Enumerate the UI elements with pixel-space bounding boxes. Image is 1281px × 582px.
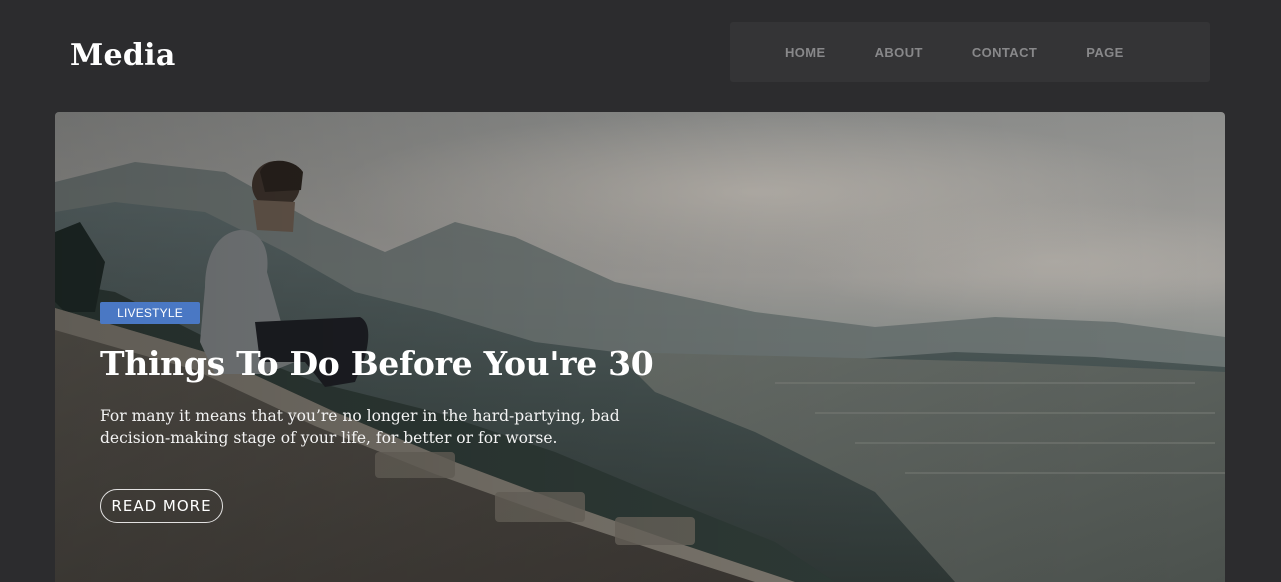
nav-item-contact[interactable]: CONTACT <box>972 45 1037 60</box>
nav-item-home[interactable]: HOME <box>785 45 826 60</box>
hero-banner: LIVESTYLE Things To Do Before You're 30 … <box>55 112 1225 582</box>
read-more-button[interactable]: READ MORE <box>100 489 223 523</box>
category-badge[interactable]: LIVESTYLE <box>100 302 200 324</box>
site-logo[interactable]: Media <box>70 38 176 73</box>
post-title[interactable]: Things To Do Before You're 30 <box>100 344 654 383</box>
page: Media HOME ABOUT CONTACT PAGE LIVESTYLE … <box>0 0 1281 582</box>
post-excerpt: For many it means that you’re no longer … <box>100 407 620 447</box>
nav-item-page[interactable]: PAGE <box>1086 45 1123 60</box>
nav-item-about[interactable]: ABOUT <box>875 45 923 60</box>
main-nav: HOME ABOUT CONTACT PAGE <box>730 22 1210 82</box>
